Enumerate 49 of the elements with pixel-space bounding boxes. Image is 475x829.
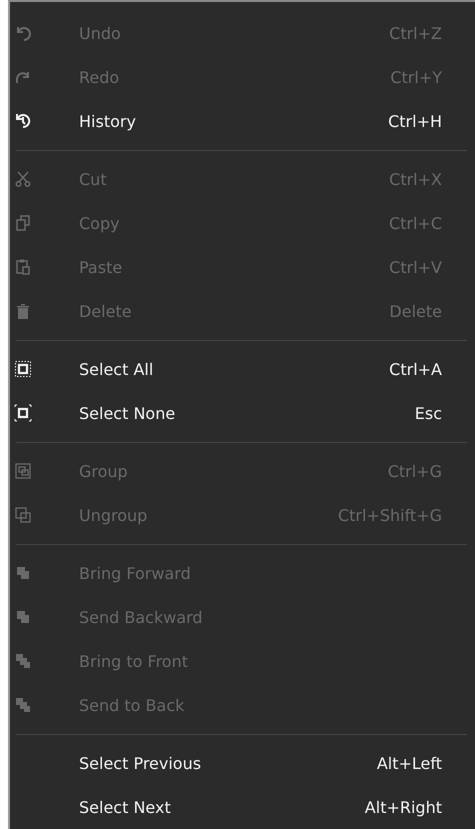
shortcut-text: Alt+Left bbox=[376, 754, 442, 772]
menu-item-label: Paste bbox=[79, 258, 124, 276]
shortcut-text: Delete bbox=[389, 302, 442, 320]
menu-item-label: Undo bbox=[79, 24, 122, 42]
menu-item-label: Ungroup bbox=[79, 506, 148, 524]
shortcut-text: Ctrl+C bbox=[388, 214, 442, 232]
menu-item[interactable]: History Ctrl+H bbox=[10, 99, 475, 143]
menu-item-label: Bring to Front bbox=[79, 652, 189, 670]
menu-item-label: Select All bbox=[79, 360, 154, 378]
menu-item-label: Redo bbox=[79, 68, 120, 86]
select-all-icon bbox=[14, 360, 32, 378]
shortcut-text: Ctrl+X bbox=[389, 170, 442, 188]
menu-item[interactable]: Select None Esc bbox=[10, 391, 475, 435]
menu-item[interactable]: Select Previous Alt+Left bbox=[10, 741, 475, 785]
group-icon bbox=[14, 462, 32, 480]
select-none-icon bbox=[14, 404, 32, 422]
menu-item-label: Select Previous bbox=[79, 754, 202, 772]
undo-icon bbox=[14, 24, 32, 42]
ungroup-icon bbox=[14, 506, 32, 524]
copy-icon bbox=[14, 214, 32, 232]
scissors-icon bbox=[14, 170, 32, 188]
shortcut-text: Ctrl+Z bbox=[389, 24, 442, 42]
menu-item-label: History bbox=[79, 112, 137, 130]
menu-item-label: Group bbox=[79, 462, 129, 480]
shortcut-text: Esc bbox=[414, 404, 442, 422]
shortcut-text: Alt+Right bbox=[364, 798, 442, 816]
menu-item-label: Select Next bbox=[79, 798, 172, 816]
menu-item-label: Bring Forward bbox=[79, 564, 192, 582]
history-icon bbox=[14, 112, 32, 130]
menu-item[interactable]: Select Next Alt+Right bbox=[10, 785, 475, 829]
shortcut-text: Ctrl+G bbox=[388, 462, 442, 480]
clipboard-icon bbox=[14, 258, 32, 276]
menu-item-label: Delete bbox=[79, 302, 133, 320]
shortcut-text: Ctrl+A bbox=[389, 360, 442, 378]
trash-icon bbox=[14, 302, 32, 320]
layers-icon bbox=[14, 608, 32, 626]
menu-item[interactable]: Select All Ctrl+A bbox=[10, 347, 475, 391]
menu-item-label: Send Backward bbox=[79, 608, 204, 626]
menu-item-label: Send to Back bbox=[79, 696, 186, 714]
shortcut-text: Ctrl+V bbox=[389, 258, 442, 276]
shortcut-text: Ctrl+Y bbox=[390, 68, 442, 86]
layers-icon bbox=[14, 564, 32, 582]
menu-item-label: Cut bbox=[79, 170, 108, 188]
menu-item-label: Copy bbox=[79, 214, 121, 232]
menu-item-label: Select None bbox=[79, 404, 176, 422]
shortcut-text: Ctrl+H bbox=[388, 112, 442, 130]
shortcut-text: Ctrl+Shift+G bbox=[338, 506, 442, 524]
stacked-layers-icon bbox=[14, 652, 32, 670]
stacked-layers-icon bbox=[14, 696, 32, 714]
